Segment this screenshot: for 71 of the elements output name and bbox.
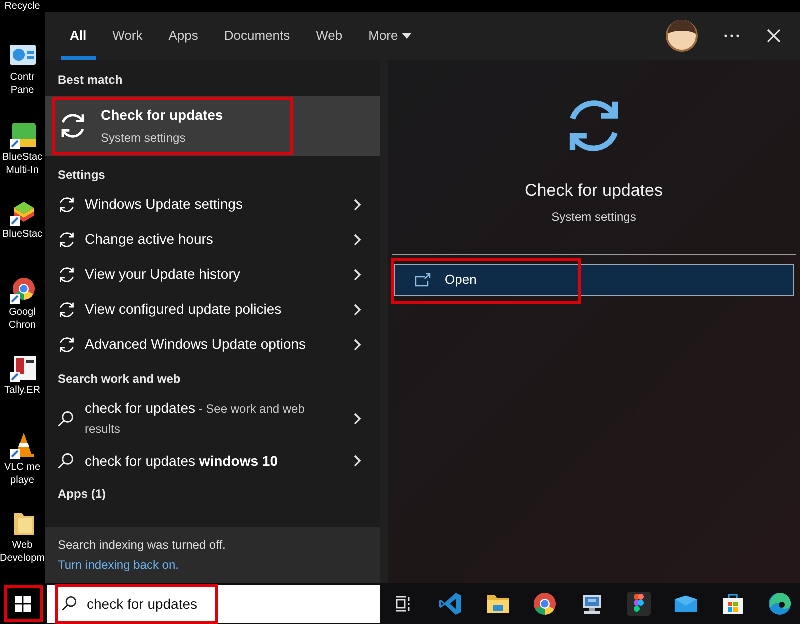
desktop-icon-label: Developm (0, 552, 45, 566)
desktop-icon-label: Recycle (4, 0, 40, 13)
result-subtitle: System settings (101, 130, 187, 147)
section-heading: Apps (1) (58, 486, 107, 503)
desktop-icon-label: Tally.ER (4, 384, 40, 397)
search-icon (57, 410, 75, 428)
chevron-icon (352, 338, 362, 352)
desktop-icon-label: VLC me (4, 461, 41, 474)
open-button[interactable]: Open (394, 264, 794, 296)
windows-logo-icon (14, 596, 30, 612)
ellipsis-icon (724, 34, 740, 38)
dropdown-caret-icon (402, 33, 412, 39)
close-icon (767, 29, 781, 43)
notice-link[interactable]: Turn indexing back on. (58, 556, 179, 574)
store-icon[interactable] (721, 592, 745, 616)
browser-icon[interactable] (533, 592, 557, 616)
search-icon (61, 594, 78, 612)
search-field[interactable]: check for updates (47, 584, 380, 622)
preview-subtitle: System settings (552, 208, 636, 226)
result-title: Check for updates (101, 106, 224, 125)
desktop-icon-label: Multi-In (6, 164, 39, 177)
search-icon (57, 452, 75, 470)
sync-icon (57, 264, 77, 284)
settings-result[interactable]: View your Update history (45, 257, 380, 292)
desktop-icon-label: BlueStac (2, 150, 43, 164)
sync-icon (57, 194, 77, 214)
highlight-frame (4, 585, 43, 622)
section-heading: Settings (58, 167, 106, 184)
filter-tab[interactable]: More (360, 12, 422, 60)
filter-tab[interactable]: Web (307, 12, 352, 60)
settings-result[interactable]: Advanced Windows Update options (45, 327, 380, 362)
app-shortcut-icon (8, 120, 38, 151)
chevron-icon (352, 198, 362, 212)
chevron-icon (352, 302, 362, 316)
folder-icon[interactable] (486, 592, 510, 614)
settings-result[interactable]: View configured update policies (45, 292, 380, 327)
sync-icon (57, 230, 77, 250)
desktop-icon-label: Pane (10, 84, 34, 97)
open-external-icon (415, 272, 431, 286)
notice-text: Search indexing was turned off. (58, 537, 227, 554)
filter-tab[interactable]: Documents (215, 12, 300, 60)
start-button[interactable] (0, 583, 45, 624)
section-heading: Search work and web (58, 371, 182, 388)
desktop-icon-label: Googl (9, 306, 36, 320)
avatar-icon[interactable] (666, 20, 698, 52)
preview-title: Check for updates (525, 180, 663, 202)
app-shortcut-icon (8, 354, 38, 384)
settings-result[interactable]: Change active hours (45, 222, 380, 257)
desktop-icon-label: Web (12, 539, 33, 552)
browser-shortcut-icon (8, 276, 38, 306)
desktop-icon-label: Contr (10, 70, 35, 84)
chevron-icon (352, 268, 362, 282)
sync-icon (57, 334, 77, 354)
filter-tab[interactable]: Apps (160, 12, 208, 60)
chevron-icon (352, 232, 362, 246)
design-app-icon[interactable] (627, 592, 651, 616)
desktop-icon-label: playe (10, 474, 34, 488)
web-search-result[interactable]: check for updates - See work and web results (45, 394, 380, 443)
sync-icon (57, 300, 77, 320)
section-heading: Best match (58, 72, 124, 89)
desktop-icon-label: BlueStac (2, 228, 43, 242)
browser-icon[interactable] (768, 592, 792, 616)
settings-result[interactable]: Windows Update settings (45, 187, 380, 222)
code-editor-icon[interactable] (439, 592, 463, 616)
desktop-icon-label: Chron (8, 319, 36, 332)
mail-icon[interactable] (674, 594, 698, 614)
chevron-icon (352, 454, 362, 468)
web-search-result[interactable]: check for updates windows 10 (45, 443, 380, 479)
chevron-icon (352, 412, 362, 426)
filter-tab[interactable]: Work (104, 12, 152, 60)
best-match-result[interactable]: Check for updates System settings (45, 96, 380, 156)
